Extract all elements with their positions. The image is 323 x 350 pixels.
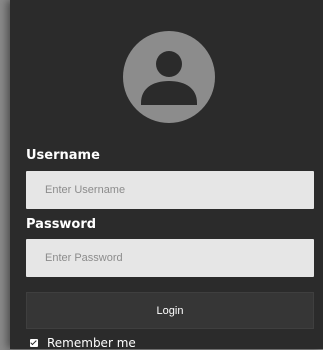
username-label: Username bbox=[26, 148, 100, 163]
password-label: Password bbox=[26, 217, 97, 232]
user-avatar-icon bbox=[123, 31, 215, 123]
password-input[interactable] bbox=[26, 239, 314, 277]
login-card: Username Password Login Remember me bbox=[10, 0, 323, 350]
remember-me-checkbox[interactable] bbox=[30, 339, 38, 347]
login-button-label: Login bbox=[156, 304, 184, 317]
login-button[interactable]: Login bbox=[26, 292, 314, 329]
username-input[interactable] bbox=[26, 171, 314, 209]
remember-me-option[interactable]: Remember me bbox=[30, 336, 136, 350]
remember-me-label: Remember me bbox=[47, 336, 136, 350]
